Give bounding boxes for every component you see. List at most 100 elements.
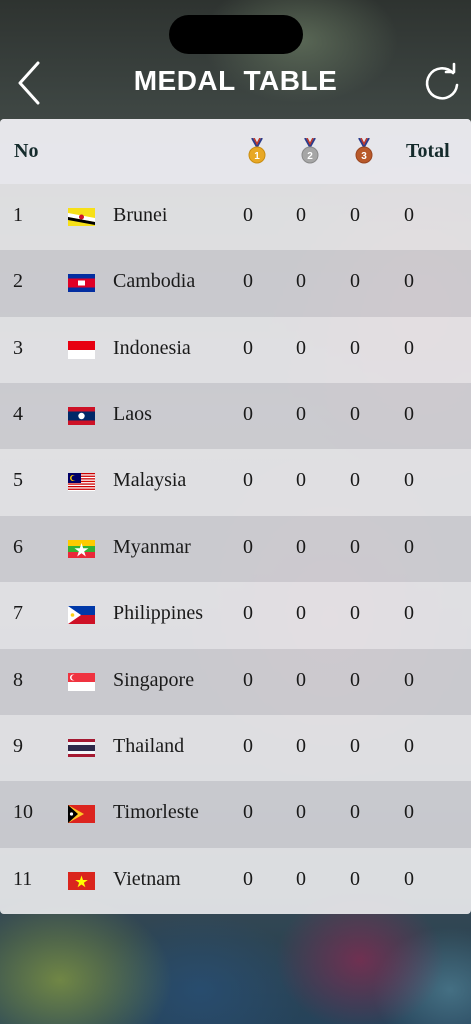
silver-count: 0	[296, 204, 306, 226]
rank-number: 7	[13, 602, 23, 625]
gold-count: 0	[243, 469, 253, 492]
silver-count: 0	[296, 602, 306, 625]
gold-medal-icon: 1	[248, 138, 266, 164]
country-name: Vietnam	[113, 867, 181, 890]
rank-number: 5	[13, 469, 23, 492]
gold-count: 0	[243, 270, 253, 293]
philippines-flag-icon	[68, 606, 95, 625]
thailand-flag-icon	[68, 738, 95, 757]
silver-count: 0	[296, 403, 306, 426]
silver-count: 0	[296, 469, 306, 492]
silver-count: 0	[296, 270, 306, 293]
rank-number: 11	[13, 867, 33, 890]
timorleste-flag-icon	[68, 805, 95, 824]
gold-count: 0	[243, 801, 253, 824]
country-name: Philippines	[113, 602, 204, 625]
rank-number: 8	[13, 668, 23, 691]
table-row[interactable]: 2 Cambodia 0 0 0 0	[0, 250, 471, 317]
table-row[interactable]: 6 Myanmar 0 0 0 0	[0, 515, 471, 583]
device-notch	[169, 15, 303, 54]
total-count: 0	[404, 801, 414, 824]
gold-count: 0	[243, 336, 253, 359]
bronze-count: 0	[350, 336, 360, 359]
table-header: No 1 2 3 Total	[0, 119, 471, 184]
table-row[interactable]: 1 Brunei 0 0 0 0	[0, 184, 471, 251]
rank-number: 3	[13, 336, 23, 359]
bronze-count: 0	[350, 602, 360, 625]
malaysia-flag-icon	[68, 473, 95, 492]
country-name: Thailand	[113, 734, 185, 757]
bronze-count: 0	[350, 535, 360, 558]
total-count: 0	[404, 734, 414, 757]
total-count: 0	[404, 204, 414, 226]
country-name: Timorleste	[113, 801, 199, 824]
bronze-count: 0	[350, 403, 360, 426]
refresh-button[interactable]	[420, 61, 464, 105]
table-row[interactable]: 4 Laos 0 0 0 0	[0, 383, 471, 450]
table-body: 1 Brunei 0 0 0 0 2 Cambodia 0 0 0 0 3 Indonesia 0 0 0 0 4 L…	[0, 184, 471, 914]
country-name: Singapore	[113, 668, 195, 691]
silver-count: 0	[296, 668, 306, 691]
bronze-count: 0	[350, 801, 360, 824]
table-row[interactable]: 7 Philippines 0 0 0 0	[0, 582, 471, 649]
silver-count: 0	[296, 734, 306, 757]
cambodia-flag-icon	[68, 274, 95, 293]
bronze-count: 0	[350, 734, 360, 757]
table-row[interactable]: 3 Indonesia 0 0 0 0	[0, 316, 471, 384]
silver-count: 0	[296, 336, 306, 359]
bronze-count: 0	[350, 668, 360, 691]
bronze-count: 0	[350, 204, 360, 226]
silver-count: 0	[296, 535, 306, 558]
app-header: MEDAL TABLE	[0, 55, 471, 115]
gold-count: 0	[243, 204, 253, 226]
gold-count: 0	[243, 734, 253, 757]
table-row[interactable]: 8 Singapore 0 0 0 0	[0, 648, 471, 715]
gold-count: 0	[243, 535, 253, 558]
bronze-count: 0	[350, 469, 360, 492]
silver-medal-icon: 2	[301, 138, 319, 164]
country-name: Laos	[113, 403, 152, 426]
rank-number: 6	[13, 535, 23, 558]
country-name: Malaysia	[113, 469, 187, 492]
total-count: 0	[404, 867, 414, 890]
rank-number: 4	[13, 403, 23, 426]
country-name: Myanmar	[113, 535, 191, 558]
rank-number: 9	[13, 734, 23, 757]
country-name: Indonesia	[113, 336, 191, 359]
gold-medal-number: 1	[254, 151, 260, 162]
silver-medal-number: 2	[307, 151, 313, 162]
table-row[interactable]: 5 Malaysia 0 0 0 0	[0, 449, 471, 516]
table-row[interactable]: 11 Vietnam 0 0 0 0	[0, 847, 471, 914]
laos-flag-icon	[68, 407, 95, 426]
total-count: 0	[404, 403, 414, 426]
page-title: MEDAL TABLE	[133, 65, 338, 96]
vietnam-flag-icon	[68, 871, 95, 890]
total-count: 0	[404, 602, 414, 625]
gold-count: 0	[243, 668, 253, 691]
gold-count: 0	[243, 403, 253, 426]
silver-count: 0	[296, 867, 306, 890]
bronze-medal-icon: 3	[355, 138, 373, 164]
silver-count: 0	[296, 801, 306, 824]
bronze-medal-number: 3	[361, 151, 367, 162]
country-name: Cambodia	[113, 270, 196, 293]
brunei-flag-icon	[68, 208, 95, 226]
header-total: Total	[406, 140, 450, 162]
table-row[interactable]: 9 Thailand 0 0 0 0	[0, 714, 471, 782]
medal-table: No 1 2 3 Total 1 Brunei 0 0 0 0 2 Cambodia 0 0 0 0 3…	[0, 119, 471, 914]
total-count: 0	[404, 270, 414, 293]
total-count: 0	[404, 668, 414, 691]
total-count: 0	[404, 535, 414, 558]
bronze-count: 0	[350, 867, 360, 890]
rank-number: 1	[13, 204, 23, 226]
singapore-flag-icon	[68, 672, 95, 691]
table-row[interactable]: 10 Timorleste 0 0 0 0	[0, 781, 471, 848]
gold-count: 0	[243, 602, 253, 625]
header-no: No	[14, 140, 39, 162]
gold-count: 0	[243, 867, 253, 890]
refresh-icon	[425, 62, 459, 100]
total-count: 0	[404, 336, 414, 359]
total-count: 0	[404, 469, 414, 492]
country-name: Brunei	[113, 204, 168, 226]
indonesia-flag-icon	[68, 340, 95, 359]
